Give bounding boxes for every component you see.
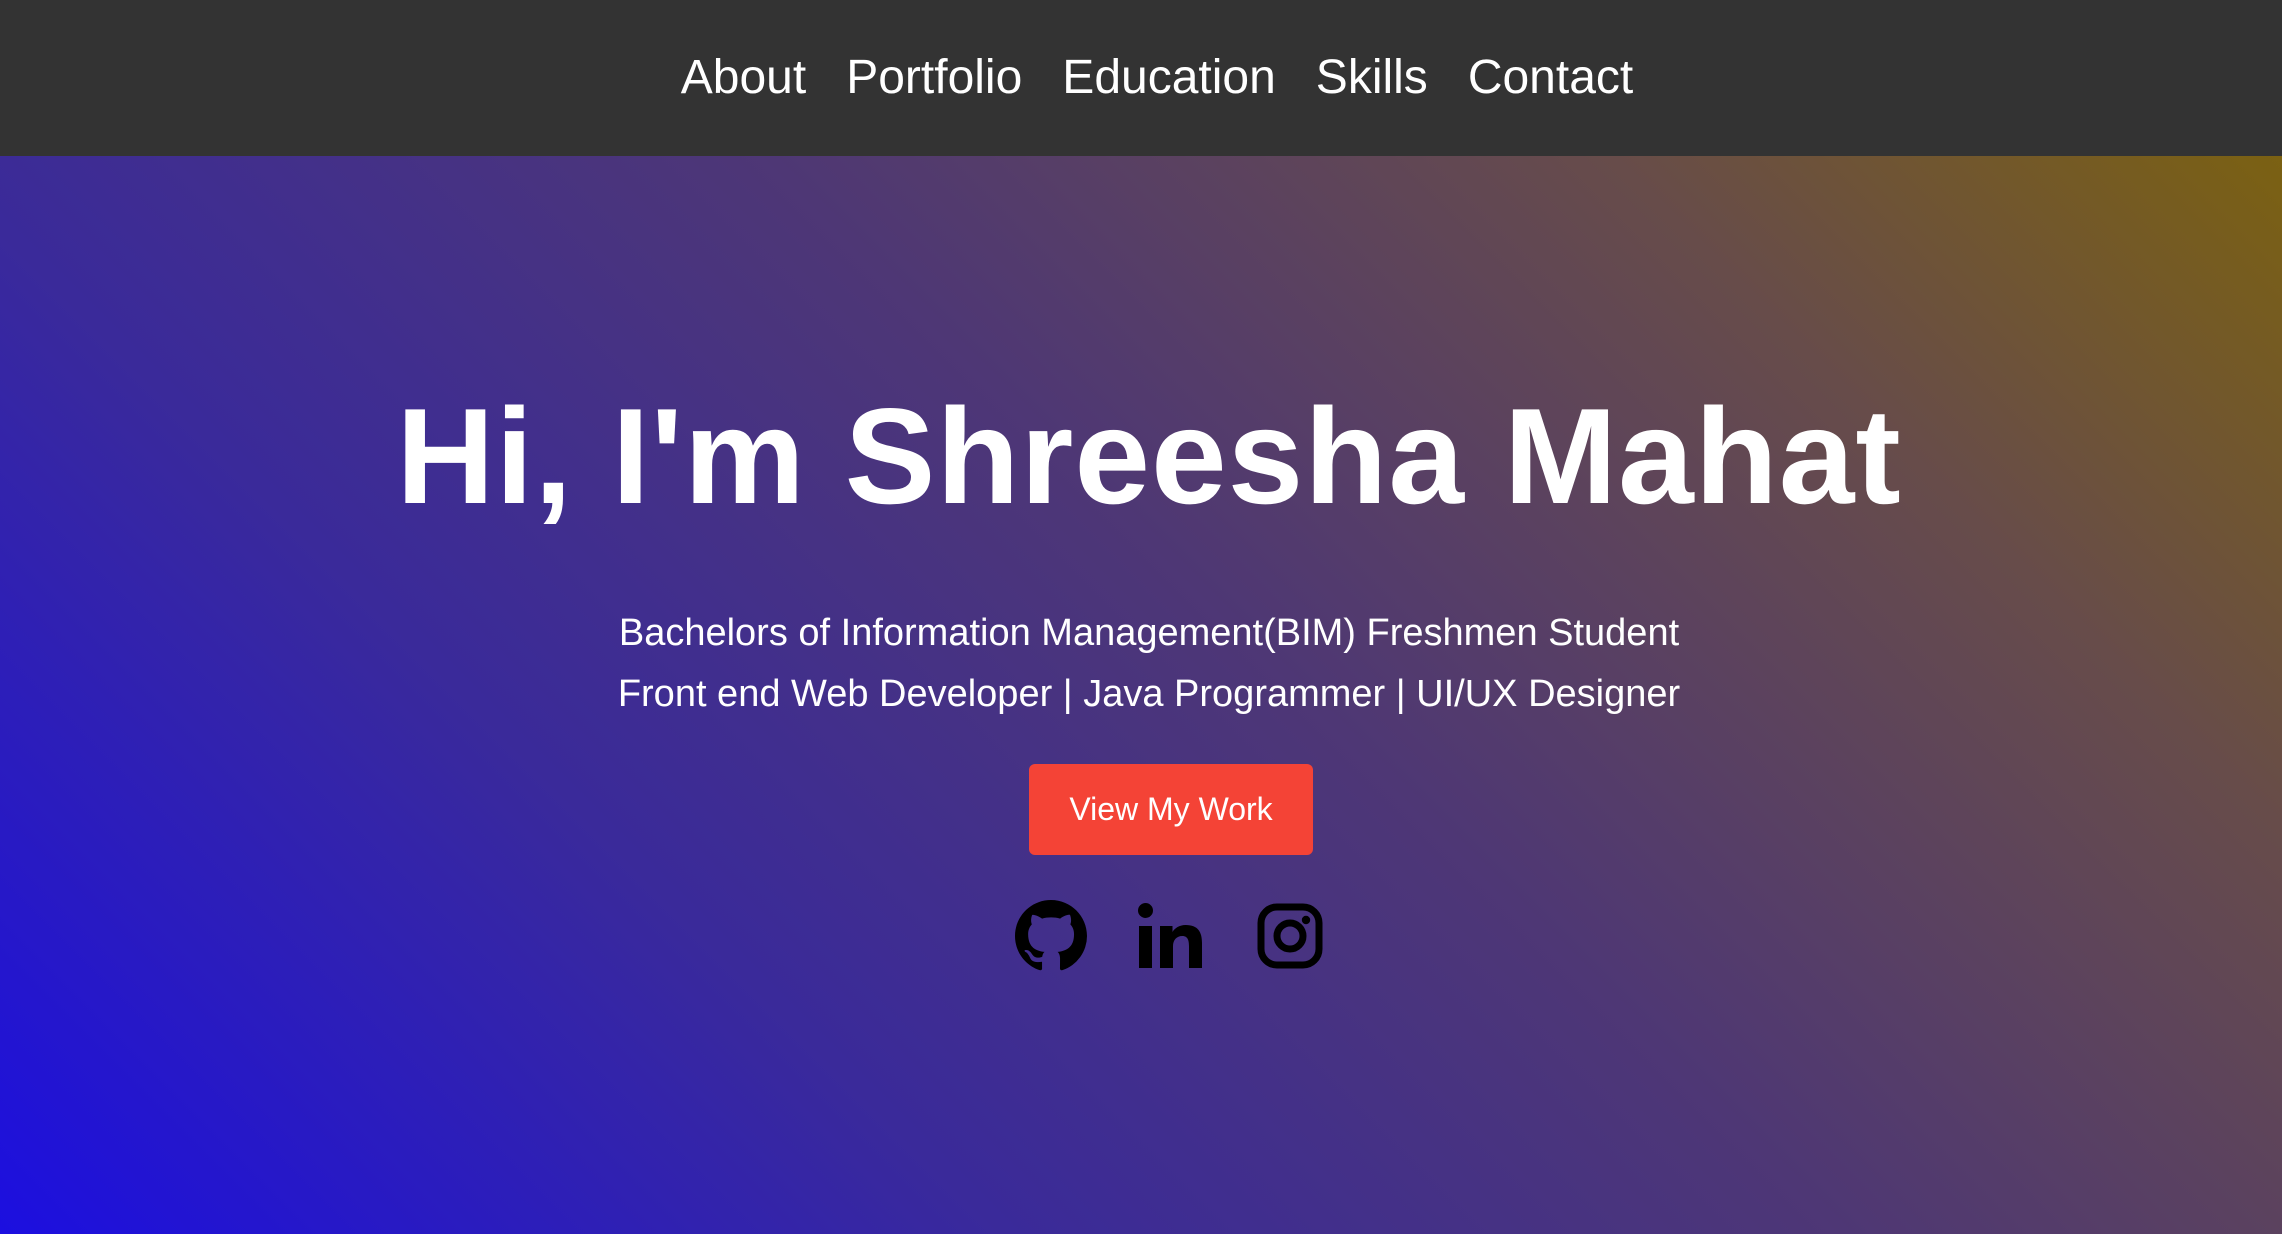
github-icon xyxy=(1015,900,1087,972)
nav-link-portfolio[interactable]: Portfolio xyxy=(846,51,1022,104)
nav-link-about[interactable]: About xyxy=(681,51,806,104)
hero-section: Hi, I'm Shreesha Mahat Bachelors of Info… xyxy=(0,156,2282,1234)
hero-subtitle-degree: Bachelors of Information Management(BIM)… xyxy=(618,612,1680,654)
top-navbar: About Portfolio Education Skills Contact xyxy=(0,0,2282,156)
github-link[interactable] xyxy=(1015,900,1087,972)
hero-subtitle-roles: Front end Web Developer | Java Programme… xyxy=(617,673,1681,715)
nav-menu: About Portfolio Education Skills Contact xyxy=(661,54,1653,102)
linkedin-icon xyxy=(1135,900,1207,972)
linkedin-link[interactable] xyxy=(1135,900,1207,972)
nav-link-education[interactable]: Education xyxy=(1062,51,1276,104)
instagram-link[interactable] xyxy=(1254,900,1326,972)
view-my-work-button[interactable]: View My Work xyxy=(1029,764,1313,855)
instagram-icon xyxy=(1254,900,1326,972)
nav-link-contact[interactable]: Contact xyxy=(1468,51,1633,104)
hero-title: Hi, I'm Shreesha Mahat xyxy=(396,380,1902,532)
nav-link-skills[interactable]: Skills xyxy=(1316,51,1428,104)
page: About Portfolio Education Skills Contact… xyxy=(0,0,2282,1234)
